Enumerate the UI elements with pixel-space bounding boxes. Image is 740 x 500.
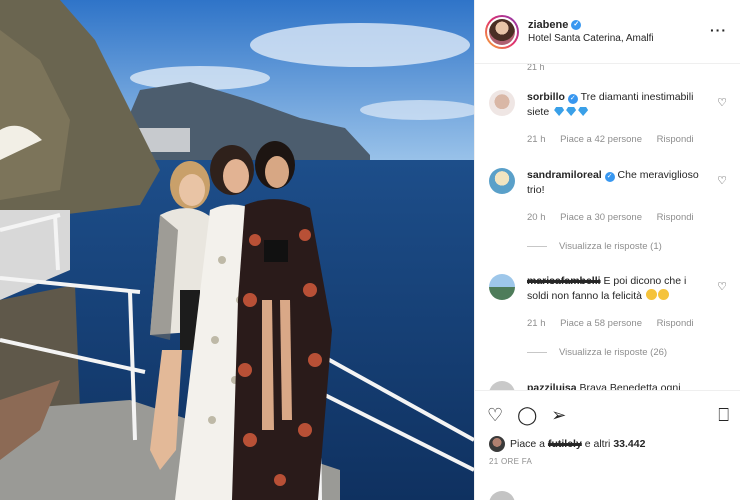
author-username[interactable]: ziabene bbox=[528, 18, 568, 32]
cutoff-avatar bbox=[489, 491, 515, 500]
comment-username[interactable]: sandramiloreal bbox=[527, 169, 602, 181]
comment-item: sorbillo ✓ Tre diamanti inestimabili sie… bbox=[489, 90, 729, 150]
comment-text: marisafambelli E poi dicono che i soldi … bbox=[527, 274, 707, 304]
comment-meta: 21 h Piace a 42 persone Rispondi bbox=[527, 134, 706, 145]
author-username-row: ziabene ✓ bbox=[528, 18, 654, 32]
verified-badge-icon: ✓ bbox=[567, 94, 578, 104]
comment-time: 21 h bbox=[527, 318, 546, 329]
comment-time: 21 h bbox=[527, 134, 546, 145]
send-icon[interactable]: ➢ bbox=[551, 405, 566, 425]
view-replies-button[interactable]: Visualizza le risposte (1) bbox=[527, 241, 662, 252]
author-avatar[interactable] bbox=[485, 14, 519, 49]
comment-icon[interactable]: ◯ bbox=[517, 405, 537, 425]
action-icons: ♡ ◯ ➢ bbox=[487, 405, 566, 425]
comment-message: Brava Benedetta ogni bbox=[579, 382, 681, 390]
likes-summary[interactable]: Piace a futilely e altri 33.442 bbox=[489, 436, 645, 452]
comment-username[interactable]: marisafambelli bbox=[527, 275, 601, 287]
post-time: 21 ORE FA bbox=[489, 457, 533, 466]
comment-text: sorbillo ✓ Tre diamanti inestimabili sie… bbox=[527, 90, 707, 120]
comment-avatar[interactable] bbox=[489, 168, 515, 194]
post-header: ziabene ✓ Hotel Santa Caterina, Amalfi ·… bbox=[475, 0, 740, 64]
verified-badge-icon: ✓ bbox=[604, 172, 615, 182]
comment-time: 20 h bbox=[527, 212, 546, 223]
replies-divider bbox=[527, 246, 547, 247]
likes-count[interactable]: 33.442 bbox=[613, 438, 645, 450]
likes-suffix: e altri bbox=[584, 438, 611, 450]
post-location[interactable]: Hotel Santa Caterina, Amalfi bbox=[528, 32, 654, 46]
comment-avatar[interactable] bbox=[489, 90, 515, 116]
reply-button[interactable]: Rispondi bbox=[657, 318, 694, 329]
gem-icon bbox=[566, 107, 577, 116]
comment-likes[interactable]: Piace a 30 persone bbox=[560, 212, 642, 223]
comment-like-heart-icon[interactable]: ♡ bbox=[717, 174, 727, 187]
verified-badge-icon: ✓ bbox=[571, 19, 582, 30]
reply-button[interactable]: Rispondi bbox=[657, 134, 694, 145]
comment-avatar[interactable] bbox=[489, 381, 515, 390]
view-replies-button[interactable]: Visualizza le risposte (26) bbox=[527, 347, 667, 358]
heart-icon[interactable]: ♡ bbox=[487, 405, 503, 425]
comment-like-heart-icon[interactable]: ♡ bbox=[717, 280, 727, 293]
replies-divider bbox=[527, 352, 547, 353]
comment-avatar[interactable] bbox=[489, 274, 515, 300]
post-photo[interactable] bbox=[0, 0, 474, 500]
comment-like-heart-icon[interactable]: ♡ bbox=[717, 96, 727, 109]
comment-text: pazziluisa Brava Benedetta ogni bbox=[527, 381, 707, 390]
gem-icon bbox=[554, 107, 565, 116]
instagram-post: ziabene ✓ Hotel Santa Caterina, Amalfi ·… bbox=[0, 0, 740, 500]
liker-avatar bbox=[489, 436, 505, 452]
comment-username[interactable]: pazziluisa bbox=[527, 382, 577, 390]
bookmark-icon[interactable]: ⎕ bbox=[718, 405, 729, 425]
reply-button[interactable]: Rispondi bbox=[657, 212, 694, 223]
view-replies-label: Visualizza le risposte (1) bbox=[559, 241, 662, 252]
truncated-comment-time: 21 h bbox=[527, 64, 545, 72]
photo-scene bbox=[0, 0, 474, 500]
comment-likes[interactable]: Piace a 42 persone bbox=[560, 134, 642, 145]
comment-likes[interactable]: Piace a 58 persone bbox=[560, 318, 642, 329]
comment-item: pazziluisa Brava Benedetta ogni bbox=[489, 381, 729, 390]
gem-icon bbox=[578, 107, 589, 116]
more-horizontal-icon[interactable]: ··· bbox=[710, 22, 727, 38]
likes-prefix: Piace a bbox=[510, 438, 546, 450]
comment-item: sandramiloreal ✓ Che meraviglioso trio! … bbox=[489, 168, 729, 258]
comment-item: marisafambelli E poi dicono che i soldi … bbox=[489, 274, 729, 364]
post-actions: ♡ ◯ ➢ ⎕ Piace a futilely e altri 33.442 … bbox=[475, 390, 740, 500]
post-panel: ziabene ✓ Hotel Santa Caterina, Amalfi ·… bbox=[474, 0, 740, 500]
grinning-face-icon bbox=[657, 289, 669, 300]
comment-meta: 21 h Piace a 58 persone Rispondi bbox=[527, 318, 706, 329]
comment-meta: 20 h Piace a 30 persone Rispondi bbox=[527, 212, 706, 223]
likes-user[interactable]: futilely bbox=[548, 438, 582, 450]
comment-text: sandramiloreal ✓ Che meraviglioso trio! bbox=[527, 168, 707, 198]
view-replies-label: Visualizza le risposte (26) bbox=[559, 347, 668, 358]
grinning-face-icon bbox=[645, 289, 657, 300]
comment-username[interactable]: sorbillo bbox=[527, 91, 565, 103]
comments-list[interactable]: 21 h sorbillo ✓ Tre diamanti inestimabil… bbox=[475, 64, 740, 390]
